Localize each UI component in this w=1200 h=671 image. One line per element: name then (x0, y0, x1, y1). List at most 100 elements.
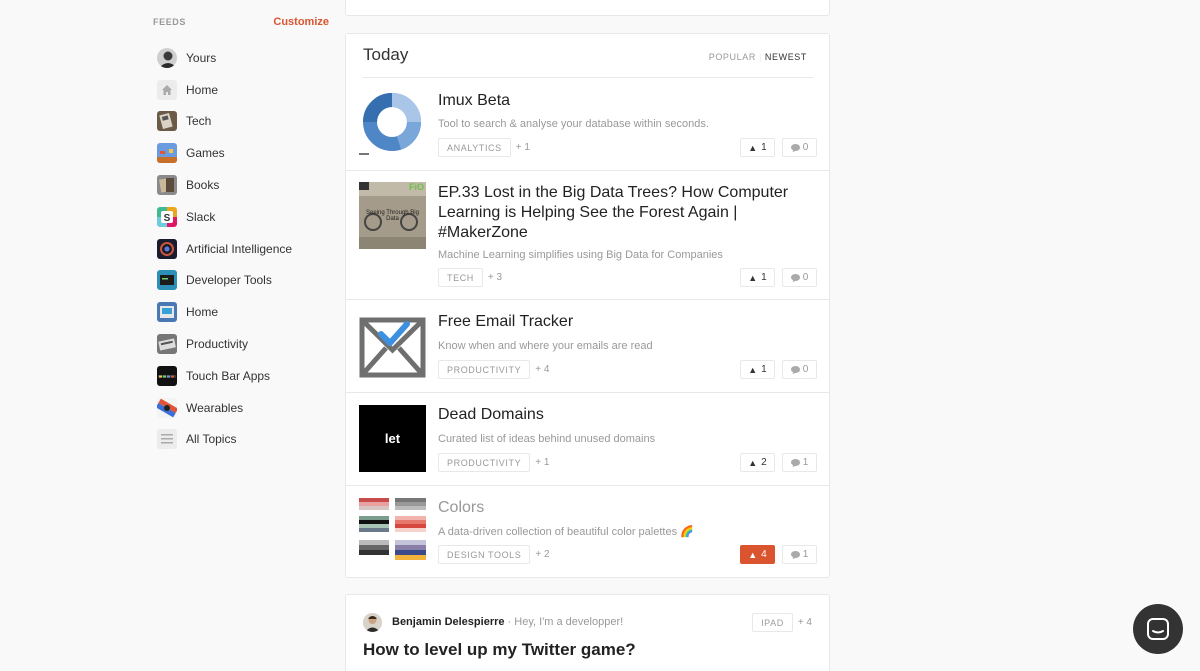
svg-text:S: S (164, 213, 171, 224)
topic-more[interactable]: + 1 (535, 457, 549, 468)
sidebar-item-label: Home (186, 305, 219, 320)
upvote-button[interactable]: ▲ 1 (740, 360, 775, 379)
upvote-button[interactable]: ▲ 1 (740, 138, 775, 157)
sort-newest-tab[interactable]: NEWEST (765, 52, 807, 62)
vote-count: 2 (761, 457, 767, 468)
upvote-arrow-icon: ▲ (748, 272, 758, 283)
author-name[interactable]: Benjamin Delespierre (392, 616, 505, 628)
comment-count: 1 (802, 549, 809, 560)
post-name[interactable]: Free Email Tracker (438, 312, 798, 332)
sidebar-item-games[interactable]: Games (157, 137, 292, 169)
post-actions: ▲ 1 0 (740, 360, 817, 379)
today-feed-card: Today POPULAR | NEWEST Imux Beta Tool to s… (345, 33, 830, 578)
topic-tag[interactable]: IPAD (752, 613, 793, 632)
topic-tag[interactable]: ANALYTICS (438, 138, 511, 157)
topic-more[interactable]: + 4 (798, 617, 812, 628)
post-name[interactable]: Dead Domains (438, 405, 798, 425)
post-name[interactable]: Colors (438, 498, 798, 518)
sidebar-item-slack[interactable]: S Slack (157, 201, 292, 233)
discussion-title[interactable]: How to level up my Twitter game? (363, 640, 636, 660)
touch-bar-icon (157, 365, 177, 386)
topic-tag[interactable]: PRODUCTIVITY (438, 453, 531, 472)
upvote-button[interactable]: ▲ 1 (740, 268, 775, 287)
sidebar-item-label: Developer Tools (186, 273, 272, 288)
sidebar-item-home-topic[interactable]: Home (157, 296, 292, 328)
topic-tag[interactable]: PRODUCTIVITY (438, 360, 531, 379)
comment-count: 0 (802, 364, 809, 375)
vote-count: 1 (761, 272, 767, 283)
list-icon (157, 429, 177, 450)
palette-thumb (359, 498, 426, 565)
let-logo-text: let (384, 431, 401, 446)
post-item[interactable]: FiO Seeing Through Big Data EP.33 Lost i… (346, 171, 829, 300)
sidebar-item-tech[interactable]: Tech (157, 106, 292, 138)
sidebar-item-label: Yours (186, 50, 217, 65)
comment-bubble-icon (790, 273, 800, 282)
comment-bubble-icon (790, 143, 800, 152)
vote-count: 1 (761, 364, 767, 375)
sidebar-item-label: Productivity (186, 337, 249, 352)
topic-tag[interactable]: DESIGN TOOLS (438, 545, 531, 564)
sidebar-item-label: Touch Bar Apps (186, 368, 271, 383)
sort-options: POPULAR | NEWEST (709, 52, 807, 62)
sidebar-item-yours[interactable]: Yours (157, 42, 292, 74)
upvote-arrow-icon: ▲ (748, 142, 758, 153)
post-name[interactable]: Imux Beta (438, 91, 798, 111)
comment-count: 0 (802, 272, 809, 283)
sidebar-item-wearables[interactable]: Wearables (157, 392, 292, 424)
sidebar-item-all-topics[interactable]: All Topics (157, 424, 292, 456)
post-tagline: Curated list of ideas behind unused doma… (438, 433, 656, 445)
post-actions: ▲ 1 0 (740, 268, 817, 287)
post-actions: ▲ 2 1 (740, 453, 817, 472)
chat-button[interactable] (1133, 604, 1183, 654)
comment-count: 1 (802, 457, 809, 468)
topic-more[interactable]: + 4 (535, 364, 549, 375)
post-name[interactable]: EP.33 Lost in the Big Data Trees? How Co… (438, 183, 798, 243)
topic-tag[interactable]: TECH (438, 268, 483, 287)
games-icon (157, 143, 177, 164)
slack-icon: S (157, 206, 177, 227)
sidebar-item-label: Games (186, 146, 225, 161)
post-item[interactable]: let Dead Domains Curated list of ideas b… (346, 393, 829, 486)
sidebar-item-label: Slack (186, 209, 216, 224)
comment-button[interactable]: 0 (782, 360, 817, 379)
avatar[interactable] (363, 613, 382, 632)
comment-count: 0 (802, 142, 809, 153)
previous-card (345, 0, 830, 16)
donut-chart-thumb (359, 92, 426, 159)
customize-link[interactable]: Customize (273, 16, 329, 28)
comment-button[interactable]: 1 (782, 545, 817, 564)
post-tagline: Tool to search & analyse your database w… (438, 118, 709, 130)
comment-button[interactable]: 0 (782, 138, 817, 157)
sidebar-item-label: Artificial Intelligence (186, 241, 293, 256)
comment-bubble-icon (790, 365, 800, 374)
comment-button[interactable]: 1 (782, 453, 817, 472)
ai-icon (157, 238, 177, 259)
post-item[interactable]: Colors A data-driven collection of beaut… (346, 486, 829, 578)
upvote-button[interactable]: ▲ 2 (740, 453, 775, 472)
sidebar-item-touch-bar-apps[interactable]: Touch Bar Apps (157, 360, 292, 392)
sidebar-item-books[interactable]: Books (157, 169, 292, 201)
topic-more[interactable]: + 3 (488, 272, 502, 283)
podcast-thumb-title: Seeing Through Big Data (366, 210, 419, 222)
topic-row: ANALYTICS + 1 (438, 138, 530, 157)
post-item[interactable]: Imux Beta Tool to search & analyse your … (346, 79, 829, 171)
topic-more[interactable]: + 2 (535, 549, 549, 560)
sort-popular-tab[interactable]: POPULAR (709, 52, 756, 62)
sidebar-item-developer-tools[interactable]: Developer Tools (157, 265, 292, 297)
podcast-thumb: FiO Seeing Through Big Data (359, 182, 426, 249)
post-item[interactable]: Free Email Tracker Know when and where y… (346, 300, 829, 393)
topic-row: TECH + 3 (438, 268, 502, 287)
post-tagline: A data-driven collection of beautiful co… (438, 526, 694, 538)
sidebar-item-artificial-intelligence[interactable]: Artificial Intelligence (157, 233, 292, 265)
upvote-arrow-icon: ▲ (748, 364, 758, 375)
topic-more[interactable]: + 1 (516, 142, 530, 153)
sidebar-item-home[interactable]: Home (157, 74, 292, 106)
author-headline: · Hey, I'm a developper! (504, 616, 624, 628)
feed-list: Yours Home Tech Games Books S Slack Arti… (157, 42, 292, 455)
discussion-author[interactable]: Benjamin Delespierre · Hey, I'm a develo… (392, 616, 623, 628)
comment-button[interactable]: 0 (782, 268, 817, 287)
upvote-button[interactable]: ▲ 4 (740, 545, 775, 564)
sidebar-item-productivity[interactable]: Productivity (157, 328, 292, 360)
topic-row: DESIGN TOOLS + 2 (438, 545, 550, 564)
